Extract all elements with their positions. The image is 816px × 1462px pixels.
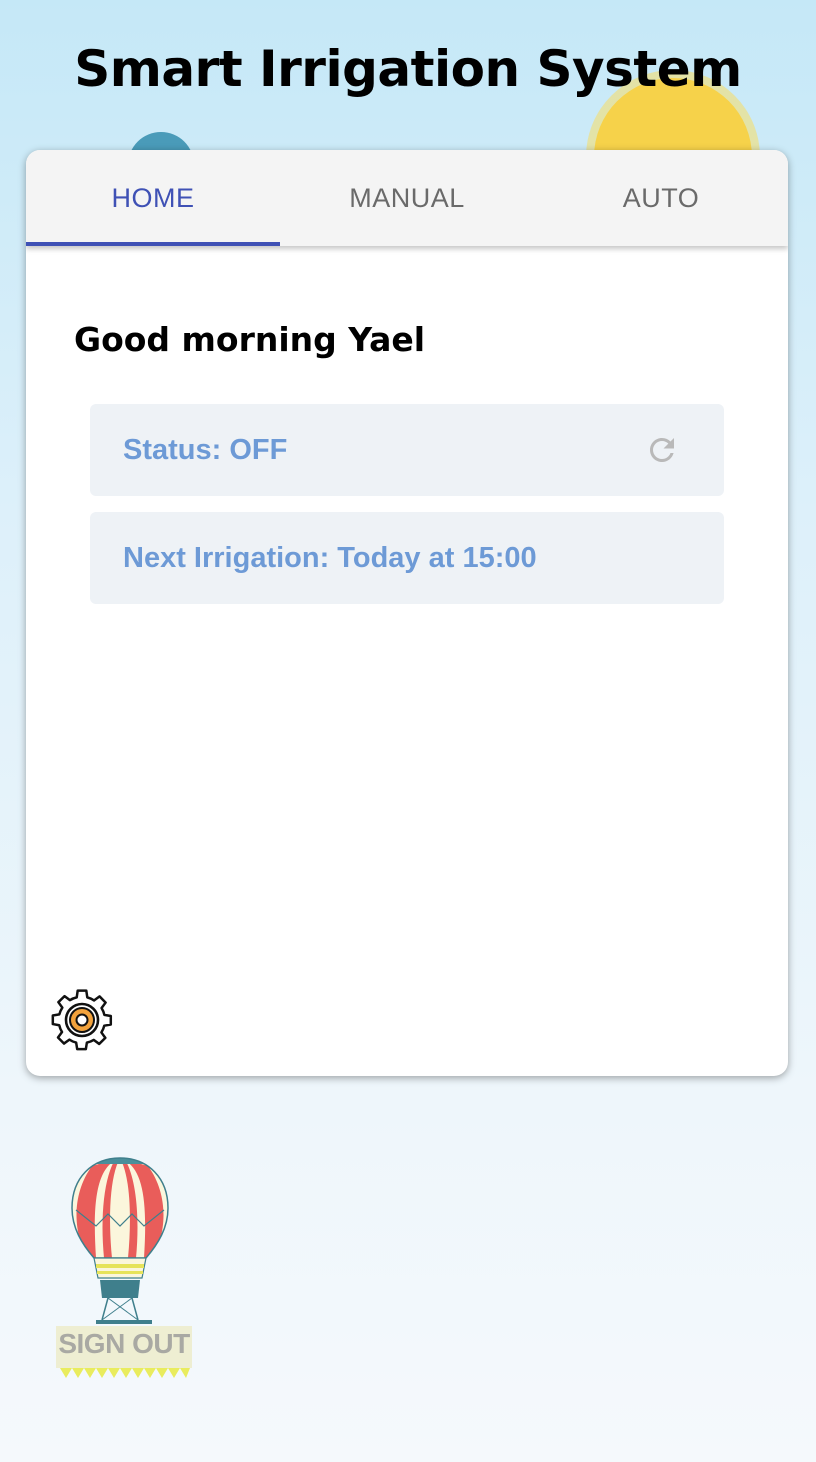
tab-auto[interactable]: AUTO <box>534 150 788 246</box>
status-label: Status: OFF <box>123 433 288 466</box>
page-title: Smart Irrigation System <box>74 40 742 98</box>
main-card: HOME MANUAL AUTO Good morning Yael Statu… <box>26 150 788 1076</box>
greeting-text: Good morning Yael <box>74 320 426 359</box>
refresh-icon[interactable] <box>644 432 680 468</box>
sign-out-button[interactable]: SIGN OUT <box>52 1156 196 1386</box>
sign-out-label: SIGN OUT <box>58 1328 190 1359</box>
tab-bar: HOME MANUAL AUTO <box>26 150 788 246</box>
tab-manual[interactable]: MANUAL <box>280 150 534 246</box>
gear-icon[interactable] <box>50 988 114 1052</box>
next-irrigation-row: Next Irrigation: Today at 15:00 <box>90 512 724 604</box>
next-irrigation-label: Next Irrigation: Today at 15:00 <box>123 541 537 574</box>
tab-home[interactable]: HOME <box>26 150 280 246</box>
status-row: Status: OFF <box>90 404 724 496</box>
